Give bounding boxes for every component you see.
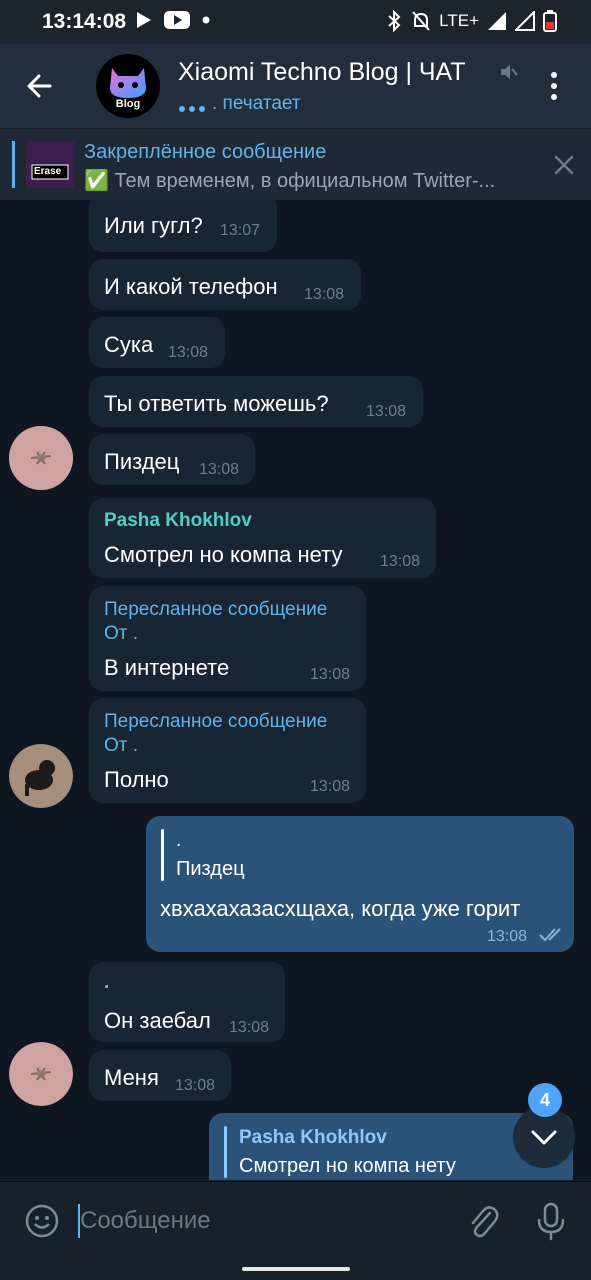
close-icon[interactable] [552, 153, 576, 177]
bluetooth-icon [388, 10, 401, 32]
battery-icon [543, 10, 557, 32]
reply-accent-bar [161, 829, 164, 881]
chat-header: Blog Xiaomi Techno Blog | ЧАТ . печатает [0, 44, 591, 128]
message-text: Полно [104, 767, 169, 792]
message-time: 13:08 [366, 403, 407, 420]
message-bubble[interactable]: И какой телефон 13:08 [89, 259, 361, 310]
emoji-icon[interactable] [24, 1203, 60, 1239]
muted-speaker-icon [501, 65, 518, 79]
message-text: Сука [104, 332, 154, 357]
signal-icon [488, 12, 506, 30]
message-bubble[interactable]: Пересланное сообщение От . В интернете 1… [89, 586, 366, 691]
pinned-thumbnail: Erase [26, 141, 74, 188]
user-avatar[interactable] [9, 1042, 73, 1106]
home-indicator[interactable] [242, 1267, 350, 1271]
message-time: 13:08 [199, 461, 240, 478]
sender-name[interactable]: . [104, 972, 109, 994]
pinned-thumb-label: Erase [34, 166, 62, 177]
status-time: 13:14:08 [42, 10, 127, 33]
dot-icon [202, 16, 210, 24]
message-time: 13:08 [487, 928, 528, 945]
pinned-text: ✅ Тем временем, в официальном Twitter-..… [84, 170, 496, 192]
message-text: хвхахахазасхщаха, когда уже горит [160, 896, 521, 921]
back-arrow-icon[interactable] [22, 68, 62, 104]
message-bubble[interactable]: Ты ответить можешь? 13:08 [89, 376, 423, 427]
message-text: Или гугл? [104, 213, 203, 238]
sender-name[interactable]: Pasha Khokhlov [104, 510, 252, 532]
message-composer: Сообщение [0, 1181, 591, 1260]
signal-icon-2 [515, 11, 535, 31]
message-bubble[interactable]: Или гугл? 13:07 [89, 200, 277, 252]
chat-title[interactable]: Xiaomi Techno Blog | ЧАТ [178, 58, 466, 87]
message-bubble[interactable]: Pasha Khokhlov Смотрел но компа нету 13:… [89, 498, 436, 578]
message-time: 13:08 [229, 1019, 270, 1036]
pinned-title: Закреплённое сообщение [84, 141, 327, 163]
message-time: 13:08 [310, 666, 351, 683]
reply-accent-bar [224, 1126, 227, 1178]
reply-text: Смотрел но компа нету [239, 1155, 456, 1177]
status-bar: 13:14:08 LTE+ [0, 0, 591, 44]
message-list[interactable]: Или гугл? 13:07 И какой телефон 13:08 Су… [0, 200, 591, 1180]
avatar-label: Blog [115, 98, 141, 110]
message-time: 13:08 [310, 778, 351, 795]
message-time: 13:07 [220, 222, 261, 239]
play-icon [137, 12, 151, 28]
mute-bell-icon [412, 11, 430, 31]
reply-text: Пиздец [176, 858, 245, 880]
network-type: LTE+ [439, 11, 479, 30]
forward-from[interactable]: От . [104, 622, 138, 646]
message-time: 13:08 [175, 1077, 216, 1094]
reply-sender[interactable]: Pasha Khokhlov [239, 1127, 387, 1149]
user-avatar[interactable] [9, 744, 73, 808]
message-time: 13:08 [380, 553, 421, 570]
message-input[interactable]: Сообщение [80, 1207, 211, 1235]
message-bubble[interactable]: Пиздец 13:08 [89, 434, 255, 485]
read-check-icon [539, 928, 561, 942]
message-bubble[interactable]: Пересланное сообщение От . Полно 13:08 [89, 698, 366, 803]
pinned-accent-bar [12, 141, 15, 188]
microphone-icon[interactable] [534, 1201, 568, 1241]
outgoing-message-bubble[interactable]: . Пиздец хвхахахазасхщаха, когда уже гор… [146, 816, 574, 952]
message-bubble[interactable]: . Он заебал 13:08 [89, 962, 285, 1042]
message-text: В интернете [104, 655, 230, 680]
reply-sender[interactable]: . [176, 830, 181, 852]
forward-from[interactable]: От . [104, 734, 138, 758]
chat-avatar[interactable]: Blog [96, 54, 160, 118]
message-text: Пиздец [104, 449, 180, 474]
typing-status: . печатает [212, 93, 301, 114]
pinned-message[interactable]: Erase Закреплённое сообщение ✅ Тем време… [0, 128, 591, 201]
typing-dots-icon [178, 100, 208, 118]
forward-label: Пересланное сообщение [104, 599, 328, 620]
message-text: Ты ответить можешь? [104, 391, 329, 416]
message-time: 13:08 [168, 344, 209, 361]
unread-count-badge: 4 [528, 1083, 562, 1117]
message-bubble[interactable]: Меня 13:08 [89, 1050, 231, 1101]
attach-icon[interactable] [466, 1201, 500, 1241]
system-nav-bar [0, 1259, 591, 1280]
message-text: Меня [104, 1065, 159, 1090]
message-text: И какой телефон [104, 274, 278, 299]
message-bubble[interactable]: Сука 13:08 [89, 317, 225, 368]
message-text: Он заебал [104, 1008, 211, 1033]
message-text: Смотрел но компа нету [104, 542, 343, 567]
user-avatar[interactable] [9, 426, 73, 490]
youtube-icon [164, 11, 190, 29]
message-time: 13:08 [304, 286, 345, 303]
forward-label: Пересланное сообщение [104, 711, 328, 732]
more-options-icon[interactable] [544, 70, 564, 102]
